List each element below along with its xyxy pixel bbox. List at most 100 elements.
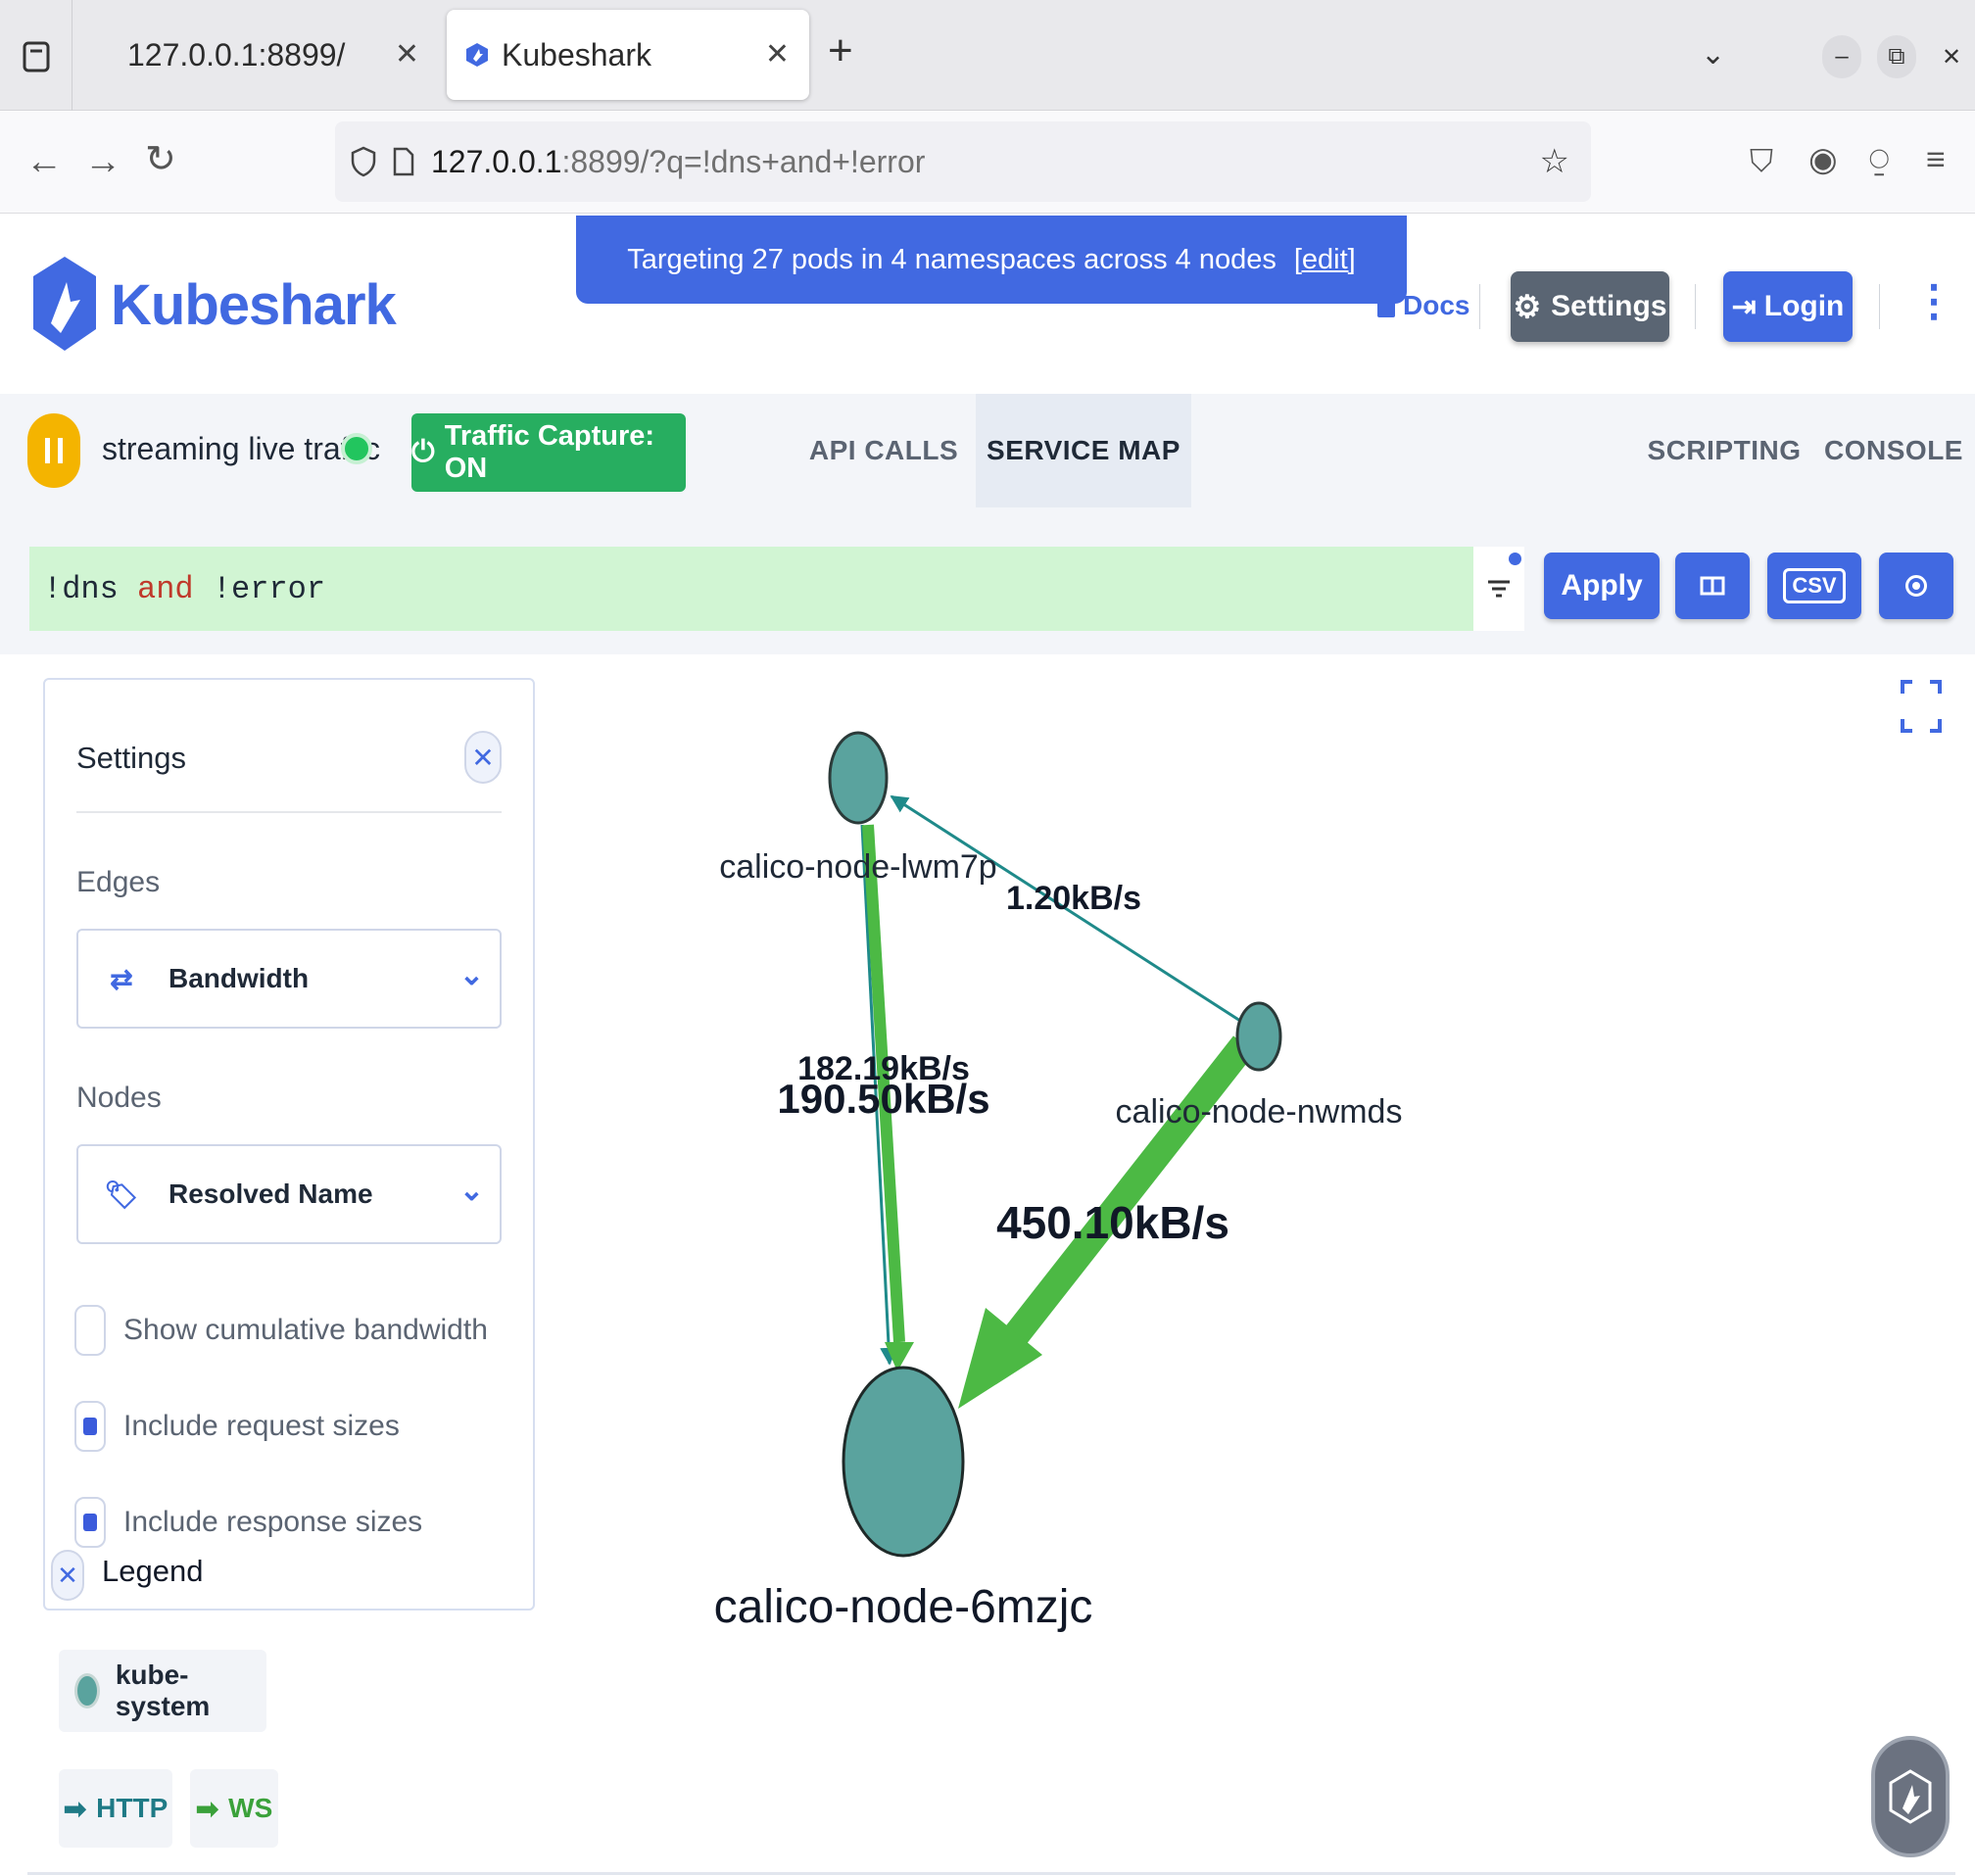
pocket-icon[interactable]: ⛉ bbox=[1750, 145, 1773, 176]
namespace-legend-item: kube-system bbox=[59, 1650, 266, 1732]
edge-label: 450.10kB/s bbox=[996, 1197, 1229, 1248]
node-calico-node-nwmds[interactable] bbox=[1235, 1001, 1282, 1072]
query-term: !dns bbox=[43, 570, 138, 607]
address-bar[interactable]: 127.0.0.1:8899/?q=!dns+and+!error ☆ bbox=[335, 121, 1591, 202]
edges-select-value: Bandwidth bbox=[169, 963, 310, 993]
kubeshark-logo-icon bbox=[1889, 1769, 1932, 1824]
nodes-label: Nodes bbox=[76, 1082, 162, 1114]
pause-icon-bar bbox=[58, 438, 63, 463]
login-icon: ⇥ bbox=[1731, 290, 1757, 323]
edges-select[interactable]: ⇄ Bandwidth ⌄ bbox=[76, 929, 502, 1029]
swap-arrows-icon: ⇄ bbox=[110, 963, 133, 994]
close-settings-icon[interactable]: ✕ bbox=[464, 731, 502, 784]
browser-tab-active[interactable]: Kubeshark ✕ bbox=[447, 10, 809, 100]
menu-icon[interactable]: ≡ bbox=[1926, 143, 1946, 176]
show-cumulative-bandwidth-checkbox[interactable]: Show cumulative bandwidth bbox=[74, 1305, 488, 1356]
live-indicator-dot bbox=[341, 433, 372, 464]
tab-close-icon[interactable]: ✕ bbox=[765, 37, 790, 72]
node-label: calico-node-lwm7p bbox=[719, 848, 996, 886]
fullscreen-icon[interactable] bbox=[1899, 676, 1944, 737]
header-divider bbox=[1879, 284, 1880, 329]
page-icon bbox=[393, 147, 414, 176]
settings-button[interactable]: ⚙ Settings bbox=[1511, 271, 1669, 342]
node-calico-node-6mzjc[interactable] bbox=[842, 1366, 965, 1558]
book-icon bbox=[1700, 576, 1725, 596]
streaming-status: streaming live traffic bbox=[102, 431, 380, 466]
tab-service-map[interactable]: SERVICE MAP bbox=[976, 394, 1191, 507]
reload-icon[interactable]: ↻ bbox=[145, 141, 176, 178]
kubeshark-logo-icon bbox=[33, 257, 96, 351]
pause-icon-bar bbox=[45, 438, 50, 463]
bookmark-star-icon[interactable]: ☆ bbox=[1540, 142, 1569, 181]
power-icon: ⏻ bbox=[411, 436, 435, 468]
tab-close-icon[interactable]: ✕ bbox=[395, 37, 419, 72]
traffic-capture-toggle[interactable]: ⏻ Traffic Capture: ON bbox=[411, 413, 686, 492]
record-button[interactable] bbox=[1879, 553, 1953, 619]
tab-api-calls[interactable]: API CALLS bbox=[803, 394, 964, 507]
more-options-icon[interactable]: ⋮ bbox=[1912, 280, 1955, 323]
tab-scripting[interactable]: SCRIPTING bbox=[1646, 394, 1803, 507]
url-host: 127.0.0.1 bbox=[431, 143, 562, 179]
tab-title: 127.0.0.1:8899/ bbox=[127, 36, 346, 72]
edge-label: 190.50kB/s bbox=[777, 1076, 989, 1122]
kubeshark-favicon-icon bbox=[466, 43, 488, 67]
chevron-down-icon: ⌄ bbox=[458, 1175, 484, 1207]
minimize-icon[interactable]: – bbox=[1822, 35, 1861, 78]
edges-label: Edges bbox=[76, 866, 161, 898]
shield-icon[interactable] bbox=[349, 145, 378, 178]
gear-icon: ⚙ bbox=[1513, 289, 1542, 324]
settings-panel-title: Settings bbox=[76, 741, 187, 775]
browser-tab-inactive[interactable]: 127.0.0.1:8899/ ✕ bbox=[76, 10, 439, 100]
query-input[interactable]: !dns and !error bbox=[29, 547, 1473, 631]
forward-arrow-icon[interactable]: → bbox=[84, 143, 121, 180]
docs-link[interactable]: Docs bbox=[1377, 290, 1469, 321]
node-calico-node-lwm7p[interactable] bbox=[828, 731, 889, 825]
chevron-down-icon: ⌄ bbox=[458, 959, 484, 991]
record-icon bbox=[1905, 575, 1927, 597]
targeting-banner: Targeting 27 pods in 4 namespaces across… bbox=[576, 216, 1407, 304]
query-keyword: and bbox=[137, 570, 194, 607]
tab-title: Kubeshark bbox=[502, 36, 651, 72]
checkbox[interactable] bbox=[74, 1401, 106, 1452]
login-button[interactable]: ⇥ Login bbox=[1723, 271, 1853, 342]
tab-console[interactable]: CONSOLE bbox=[1824, 394, 1962, 507]
pause-button[interactable] bbox=[27, 413, 80, 488]
docs-icon bbox=[1377, 294, 1395, 317]
csv-icon: CSV bbox=[1783, 568, 1846, 603]
account-icon[interactable]: ◉ bbox=[1808, 143, 1838, 176]
docs-book-button[interactable] bbox=[1675, 553, 1750, 619]
back-arrow-icon[interactable]: ← bbox=[25, 143, 63, 180]
query-term: !error bbox=[193, 570, 326, 607]
extensions-icon[interactable]: ⍜ bbox=[1869, 143, 1889, 176]
panel-divider bbox=[76, 811, 502, 813]
close-window-icon[interactable]: ✕ bbox=[1932, 35, 1971, 78]
apply-button[interactable]: Apply bbox=[1544, 553, 1660, 619]
header-divider bbox=[1695, 284, 1696, 329]
include-request-sizes-checkbox[interactable]: Include request sizes bbox=[74, 1401, 400, 1452]
protocol-legend-ws: ➡ WS bbox=[190, 1769, 278, 1848]
namespace-color-dot bbox=[74, 1673, 100, 1708]
arrow-right-icon: ➡ bbox=[63, 1793, 87, 1824]
url-rest: :8899/?q=!dns+and+!error bbox=[561, 143, 926, 179]
nodes-select-value: Resolved Name bbox=[169, 1179, 373, 1209]
close-legend-icon[interactable]: ✕ bbox=[51, 1550, 84, 1601]
brand-name: Kubeshark bbox=[111, 273, 397, 337]
edge-label: 1.20kB/s bbox=[1006, 880, 1141, 917]
filter-active-dot bbox=[1509, 553, 1521, 565]
export-csv-button[interactable]: CSV bbox=[1767, 553, 1861, 619]
checkbox[interactable] bbox=[74, 1305, 106, 1356]
include-response-sizes-checkbox[interactable]: Include response sizes bbox=[74, 1497, 422, 1548]
tag-icon: 🏷 bbox=[104, 1179, 139, 1210]
checkbox[interactable] bbox=[74, 1497, 106, 1548]
node-label: calico-node-6mzjc bbox=[714, 1581, 1093, 1633]
targeting-text: Targeting 27 pods in 4 namespaces across… bbox=[627, 243, 1277, 275]
legend-title: Legend bbox=[102, 1554, 204, 1588]
nodes-select[interactable]: 🏷 Resolved Name ⌄ bbox=[76, 1144, 502, 1244]
edit-targeting-link[interactable]: [edit] bbox=[1294, 244, 1356, 276]
new-tab-button[interactable]: + bbox=[828, 29, 853, 72]
protocol-legend-http: ➡ HTTP bbox=[59, 1769, 172, 1848]
kubeshark-assistant-button[interactable] bbox=[1871, 1736, 1950, 1857]
tab-overflow-chevron-icon[interactable]: ⌄ bbox=[1701, 37, 1725, 72]
tab-list-icon[interactable] bbox=[0, 0, 72, 111]
restore-icon[interactable]: ⧉ bbox=[1877, 35, 1916, 78]
